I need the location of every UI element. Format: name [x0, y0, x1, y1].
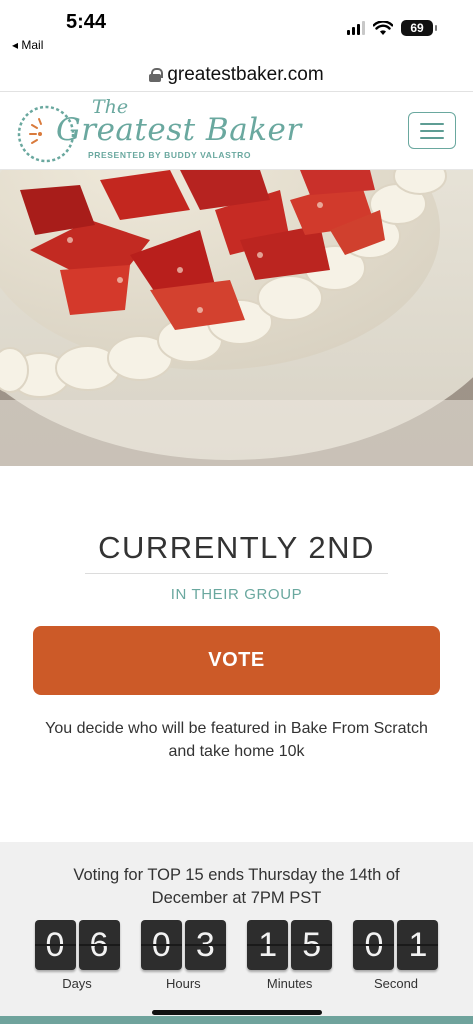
- timer-digit: 0: [140, 920, 182, 970]
- logo-title: Greatest Baker: [56, 112, 302, 148]
- status-icons: 69: [347, 20, 437, 36]
- footer-strip: [0, 1016, 473, 1024]
- timer-label: Minutes: [266, 976, 313, 991]
- timer-digit: 0: [353, 920, 395, 970]
- site-header: The Greatest Baker PRESENTED BY BUDDY VA…: [0, 92, 473, 170]
- countdown-section: Voting for TOP 15 ends Thursday the 14th…: [0, 842, 473, 1024]
- logo-subtitle: PRESENTED BY BUDDY VALASTRO: [88, 150, 252, 160]
- countdown-seconds: 0 1 Second: [353, 920, 439, 991]
- battery-icon: 69: [401, 20, 437, 36]
- menu-button[interactable]: [408, 112, 456, 149]
- timer-label: Days: [62, 976, 92, 991]
- status-bar: 5:44 ◂ Mail 69: [0, 0, 473, 58]
- site-logo[interactable]: The Greatest Baker PRESENTED BY BUDDY VA…: [16, 96, 316, 164]
- status-time: 5:44: [66, 11, 107, 33]
- countdown-days: 0 6 Days: [34, 920, 120, 991]
- timer-digit: 5: [291, 920, 333, 970]
- rank-title: CURRENTLY 2ND: [98, 530, 375, 565]
- hero-cake-image: [0, 170, 473, 466]
- timer-label: Second: [373, 976, 419, 991]
- rank-subtitle: IN THEIR GROUP: [170, 586, 303, 603]
- hamburger-icon: [420, 122, 444, 125]
- back-to-mail-link[interactable]: ◂ Mail: [12, 38, 43, 52]
- vote-description: You decide who will be featured in Bake …: [45, 720, 428, 760]
- countdown-timer: 0 6 Days 0 3 Hours 1 5 Minutes 0 1 Secon…: [34, 920, 439, 991]
- vote-button[interactable]: VOTE: [33, 626, 440, 695]
- timer-digit: 6: [78, 920, 120, 970]
- countdown-hours: 0 3 Hours: [140, 920, 226, 991]
- countdown-minutes: 1 5 Minutes: [247, 920, 333, 991]
- url-text: greatestbaker.com: [167, 63, 324, 85]
- timer-digit: 3: [184, 920, 226, 970]
- countdown-text: Voting for TOP 15 ends Thursday the 14th…: [73, 866, 400, 907]
- wifi-icon: [373, 20, 393, 35]
- timer-digit: 1: [397, 920, 439, 970]
- timer-digit: 1: [247, 920, 289, 970]
- url-bar[interactable]: greatestbaker.com: [0, 58, 473, 92]
- timer-digit: 0: [34, 920, 76, 970]
- cake-illustration: [0, 170, 473, 466]
- lock-icon: [149, 67, 164, 82]
- cellular-signal-icon: [347, 21, 365, 35]
- timer-label: Hours: [165, 976, 201, 991]
- rank-divider: [85, 573, 388, 574]
- home-indicator[interactable]: [152, 1010, 322, 1015]
